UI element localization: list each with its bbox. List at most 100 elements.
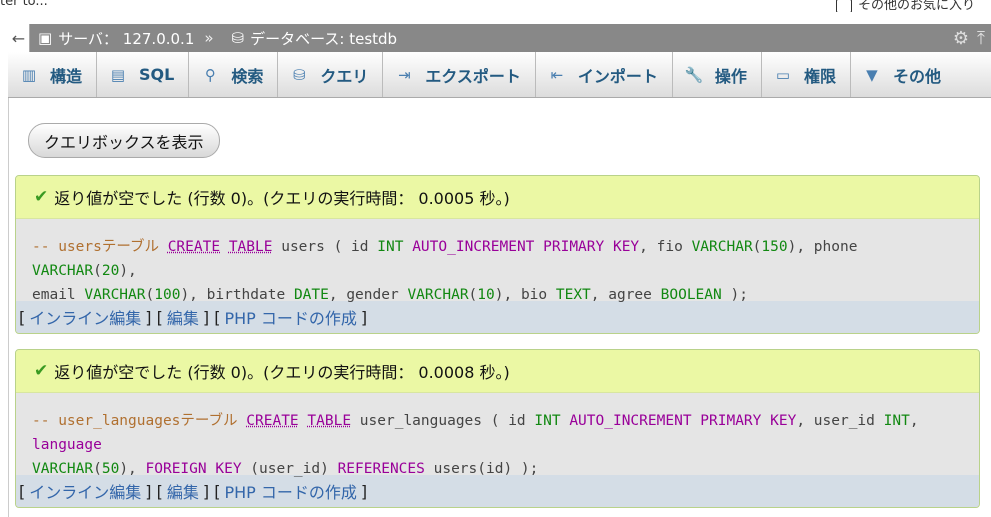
sql-icon: ▤ [110,65,126,84]
structure-icon: ▥ [21,65,37,84]
breadcrumb-server[interactable]: ▣ サーバ： 127.0.0.1 [30,28,194,49]
sql-text: ( [93,461,102,477]
sql-text: , agree [590,287,661,303]
create-php-code-link[interactable]: PHP コードの作成 [224,305,356,329]
search-icon: ⚲ [204,65,216,84]
sql-text: users ( id [272,239,378,255]
breadcrumb-database[interactable]: ⛁ データベース: testdb [224,28,398,49]
show-query-box-button[interactable]: クエリボックスを表示 [28,123,220,158]
tab-search[interactable]: ⚲ 検索 [189,52,279,97]
other-favorites[interactable]: その他のお気に入り [835,0,975,12]
wrench-icon: 🔧 [684,65,704,84]
back-arrow-icon[interactable]: ← [8,24,30,52]
sql-keyword: REFERENCES [337,461,425,477]
tab-label: エクスポート [425,66,521,86]
tab-label: 操作 [714,66,747,86]
inline-edit-link[interactable]: インライン編集 [29,305,141,329]
sql-type: VARCHAR [32,461,94,477]
success-text: 返り値が空でした (行数 0)。(クエリの実行時間： 0.0008 秒。) [54,363,510,382]
sql-text: ), [119,263,137,279]
dropdown-icon: ▼ [866,65,878,84]
sql-number: 20 [101,263,120,279]
sql-keyword[interactable]: CREATE [246,413,298,429]
sql-number: 10 [477,287,495,303]
sql-text: ( [468,287,478,303]
other-favorites-label: その他のお気に入り [857,0,975,12]
bracket: ] [ [145,481,163,501]
success-message: ✔ 返り値が空でした (行数 0)。(クエリの実行時間： 0.0005 秒。) [16,176,979,219]
sql-type: VARCHAR [84,287,146,303]
tab-label: その他 [892,66,941,86]
bracket: ] [ [145,307,163,327]
sql-text: email [32,287,85,303]
sql-comment: -- usersテーブル [32,239,159,255]
sql-text: (user_id) [241,461,338,477]
checkmark-icon: ✔ [34,361,49,381]
sql-keyword[interactable]: CREATE [168,239,220,255]
breadcrumb: ← ▣ サーバ： 127.0.0.1 » ⛁ データベース: testdb ⚙ … [8,24,991,52]
content-border [8,98,9,517]
browser-tab-text[interactable]: ter to... [0,0,48,9]
privileges-icon: ▭ [775,65,791,84]
sql-text: ), [119,461,146,477]
sql-type: VARCHAR [691,239,753,255]
browser-favorites-strip: ter to... その他のお気に入り [0,0,991,12]
bracket: ] [ [202,307,221,327]
sql-type: VARCHAR [407,287,469,303]
breadcrumb-server-label: サーバ： 127.0.0.1 [58,29,195,48]
sql-line: -- user_languagesテーブル CREATE TABLE user_… [32,409,963,457]
bracket: ] [360,307,368,327]
sql-comment: -- user_languagesテーブル [32,413,238,429]
database-icon: ⛁ [231,29,245,47]
sql-line: -- usersテーブル CREATE TABLE users ( id INT… [32,235,963,283]
tab-export[interactable]: ⇥ エクスポート [383,52,536,97]
tab-privileges[interactable]: ▭ 権限 [762,52,851,97]
collapse-icon[interactable]: ⤒ [977,28,985,49]
tab-sql[interactable]: ▤ SQL [97,52,190,97]
export-icon: ⇥ [398,65,411,84]
tab-import[interactable]: ⇤ インポート [536,52,673,97]
gear-icon[interactable]: ⚙ [953,28,969,49]
sql-text: ( [145,287,155,303]
sql-text: , fio [639,239,692,255]
tab-navigation: ▥ 構造 ▤ SQL ⚲ 検索 ⛁ クエリ ⇥ エクスポート ⇤ インポート 🔧 操作 ▭ 権限… [8,52,991,98]
sql-text: , user_id [796,413,884,429]
sql-keyword[interactable]: TABLE [307,413,351,429]
create-php-code-link[interactable]: PHP コードの作成 [224,479,356,503]
sql-text: ), birthdate [180,287,294,303]
tab-operations[interactable]: 🔧 操作 [673,52,762,97]
sql-keyword: AUTO_INCREMENT PRIMARY KEY [412,239,640,255]
query-icon: ⛁ [293,65,306,84]
tab-label: クエリ [320,66,369,86]
server-icon: ▣ [38,29,53,47]
sql-text: ), phone [787,239,858,255]
sql-type: INT [534,413,561,429]
sql-type: TEXT [555,287,591,303]
bracket: ] [360,481,368,501]
tab-label: インポート [577,66,658,86]
edit-link[interactable]: 編集 [167,479,199,503]
sql-text: ( [93,263,102,279]
breadcrumb-database-label: データベース: testdb [250,29,398,48]
checkmark-icon: ✔ [34,187,49,207]
sql-keyword[interactable]: TABLE [229,239,273,255]
bracket: ] [ [202,481,221,501]
tab-structure[interactable]: ▥ 構造 [8,52,98,97]
sql-number: 150 [761,239,788,255]
sql-type: INT [377,239,404,255]
tab-query[interactable]: ⛁ クエリ [278,52,384,97]
tab-more[interactable]: ▼ その他 [851,52,955,97]
sql-text: , gender [328,287,408,303]
inline-edit-link[interactable]: インライン編集 [29,479,141,503]
sql-text: ), bio [494,287,556,303]
tab-label: 構造 [50,66,83,86]
query-result-1: ✔ 返り値が空でした (行数 0)。(クエリの実行時間： 0.0005 秒。) … [15,175,980,334]
sql-number: 100 [154,287,181,303]
folder-icon [835,0,852,12]
sql-type: BOOLEAN [660,287,722,303]
sql-text: user_languages ( id [351,413,535,429]
tab-label: 権限 [803,66,836,86]
edit-link[interactable]: 編集 [167,305,199,329]
tab-label: 検索 [231,66,264,86]
